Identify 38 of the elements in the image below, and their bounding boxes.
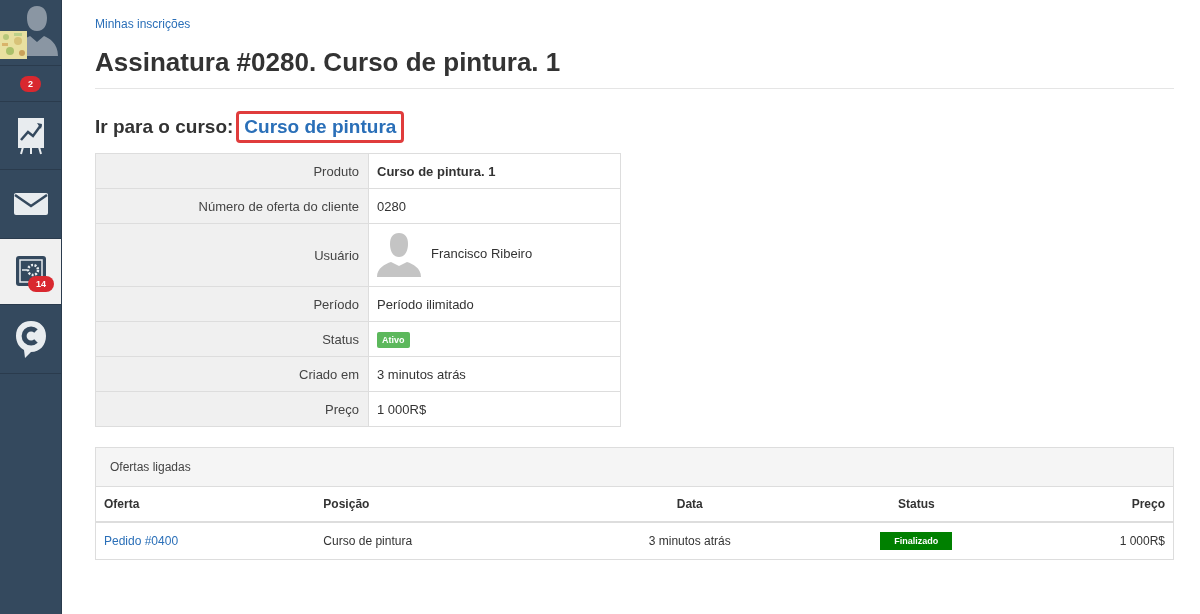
column-header: Data <box>570 487 810 522</box>
status-badge: Ativo <box>377 331 410 348</box>
notification-badge: 2 <box>20 75 41 92</box>
settings-icon <box>14 254 47 289</box>
field-label: Criado em <box>95 356 369 392</box>
user-name: Francisco Ribeiro <box>431 245 533 263</box>
panel-title: Ofertas ligadas <box>96 448 1173 487</box>
mail-icon <box>13 193 48 215</box>
sidebar-item[interactable]: 14 <box>0 239 61 305</box>
course-link[interactable]: Curso de pintura <box>236 111 405 143</box>
column-header: Posição <box>315 487 571 522</box>
field-value: 0280 <box>377 198 406 214</box>
column-header: Preço <box>1023 487 1173 522</box>
offer-link[interactable]: Pedido #0400 <box>104 534 179 548</box>
product-name: Curso de pintura. 1 <box>377 163 496 179</box>
chat-icon <box>13 319 48 359</box>
column-header: Oferta <box>96 487 316 522</box>
field-label: Preço <box>95 391 369 427</box>
table-cell: Curso de pintura <box>315 522 571 559</box>
table-cell: 3 minutos atrás <box>570 522 810 559</box>
field-value: 3 minutos atrás <box>377 366 466 382</box>
user-avatar-icon <box>377 233 421 277</box>
presentation-chart-icon <box>16 116 45 155</box>
field-value: Período ilimitado <box>377 296 474 312</box>
status-badge: Finalizado <box>880 532 953 550</box>
field-label: Número de oferta do cliente <box>95 188 369 224</box>
table-cell: 1 000R$ <box>1023 522 1173 559</box>
page-title: Assinatura #0280. Curso de pintura. 1 <box>95 47 1174 89</box>
notification-badge: 14 <box>28 276 54 292</box>
field-label: Produto <box>95 153 369 189</box>
sidebar-item[interactable]: 2 <box>0 66 61 102</box>
course-label: Ir para o curso: <box>95 116 234 138</box>
breadcrumb-link[interactable]: Minhas inscrições <box>95 17 191 31</box>
field-label: Usuário <box>95 223 369 287</box>
field-label: Período <box>95 286 369 322</box>
field-label: Status <box>95 321 369 357</box>
field-value: 1 000R$ <box>377 401 427 417</box>
column-header: Status <box>809 487 1024 522</box>
